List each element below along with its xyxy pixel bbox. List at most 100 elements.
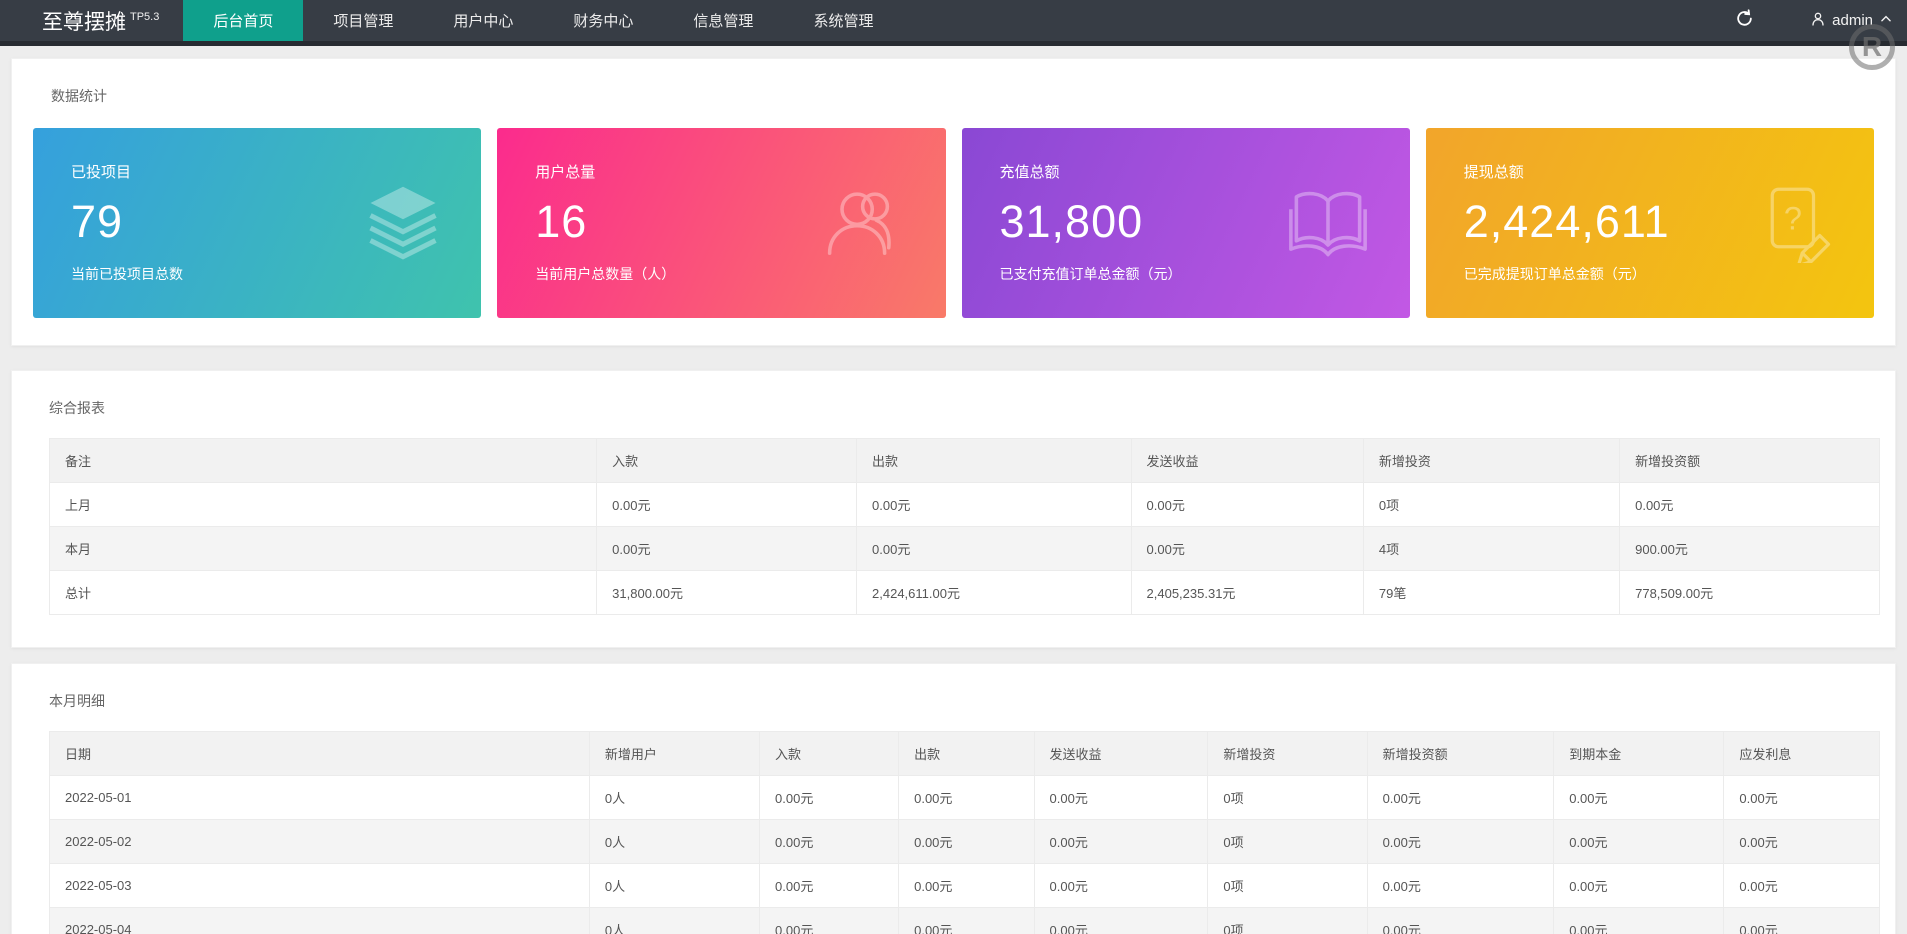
detail-table: 日期 新增用户 入款 出款 发送收益 新增投资 新增投资额 到期本金 应发利息 2022-05-0…: [49, 731, 1880, 934]
column-header: 新增投资额: [1366, 731, 1555, 776]
table-cell: 0.00元: [759, 775, 900, 820]
nav-item-5[interactable]: 信息管理: [663, 0, 783, 41]
table-row: 上月 0.00元 0.00元 0.00元 0项 0.00元: [48, 482, 1880, 527]
table-cell: 0.00元: [1553, 819, 1725, 864]
table-cell: 79笔: [1362, 570, 1621, 615]
stats-section-title: 数据统计: [51, 88, 107, 104]
table-cell: 0项: [1207, 863, 1368, 908]
nav-item-2[interactable]: 项目管理: [303, 0, 423, 41]
table-row: 2022-05-03 0人 0.00元 0.00元 0.00元 0项 0.00元 0.00元 0…: [49, 863, 1880, 908]
nav-item-6[interactable]: 系统管理: [783, 0, 903, 41]
table-cell: 0人: [588, 775, 761, 820]
table-cell: 0.00元: [759, 863, 900, 908]
table-cell: 0.00元: [898, 863, 1035, 908]
table-cell: 0项: [1207, 775, 1368, 820]
table-cell: 0.00元: [596, 526, 858, 571]
table-cell: 2,424,611.00元: [856, 570, 1132, 615]
card-label: 已投项目: [71, 164, 132, 181]
table-cell: 0.00元: [1033, 819, 1209, 864]
username-label: admin: [1832, 12, 1873, 29]
table-cell: 总计: [48, 570, 598, 615]
table-cell: 0.00元: [1033, 863, 1209, 908]
report-section-title: 综合报表: [49, 400, 105, 416]
refresh-icon: [1735, 8, 1754, 33]
stats-panel: 数据统计 已投项目 79 当前已投项目总数 用户总量 16 当前用户总数量（人） 充值总额 3…: [11, 58, 1896, 346]
table-cell: 0项: [1207, 907, 1368, 934]
table-row: 本月 0.00元 0.00元 0.00元 4项 900.00元: [48, 526, 1880, 571]
table-row: 2022-05-04 0人 0.00元 0.00元 0.00元 0项 0.00元 0.00元 0…: [49, 907, 1880, 934]
table-cell: 上月: [48, 482, 598, 527]
nav-items: 后台首页 项目管理 用户中心 财务中心 信息管理 系统管理: [183, 0, 903, 41]
table-cell: 0.00元: [759, 819, 900, 864]
header-row: 日期 新增用户 入款 出款 发送收益 新增投资 新增投资额 到期本金 应发利息: [49, 731, 1880, 776]
card-desc: 当前已投项目总数: [71, 265, 183, 282]
stat-cards: 已投项目 79 当前已投项目总数 用户总量 16 当前用户总数量（人） 充值总额 31,800…: [12, 126, 1895, 345]
users-icon: [820, 179, 908, 267]
column-header: 到期本金: [1553, 731, 1725, 776]
column-header: 新增用户: [588, 731, 761, 776]
table-cell: 2022-05-03: [49, 863, 590, 908]
user-menu[interactable]: admin: [1810, 11, 1893, 31]
column-header: 备注: [48, 438, 598, 483]
report-panel: 综合报表 备注 入款 出款 发送收益 新增投资 新增投资额 上月 0.00元 0.00元 0.00…: [11, 370, 1896, 648]
table-cell: 2,405,235.31元: [1130, 570, 1364, 615]
table-cell: 0项: [1362, 482, 1621, 527]
table-cell: 0.00元: [1723, 907, 1880, 934]
svg-text:?: ?: [1784, 200, 1802, 236]
detail-table-wrap: 日期 新增用户 入款 出款 发送收益 新增投资 新增投资额 到期本金 应发利息 2022-05-0…: [12, 731, 1895, 934]
table-cell: 0.00元: [1553, 907, 1725, 934]
table-cell: 0项: [1207, 819, 1368, 864]
table-cell: 0.00元: [1366, 775, 1555, 820]
report-table: 备注 入款 出款 发送收益 新增投资 新增投资额 上月 0.00元 0.00元 0.00元 0项 0.…: [48, 438, 1880, 615]
stat-card-2: 用户总量 16 当前用户总数量（人）: [497, 128, 946, 318]
nav-item-1[interactable]: 后台首页: [183, 0, 304, 41]
layers-icon: [363, 183, 443, 263]
column-header: 发送收益: [1033, 731, 1209, 776]
navbar-right: admin: [1723, 0, 1907, 41]
column-header: 入款: [759, 731, 900, 776]
table-cell: 0人: [588, 819, 761, 864]
column-header: 入款: [596, 438, 858, 483]
table-cell: 2022-05-01: [49, 775, 590, 820]
nav-item-4[interactable]: 财务中心: [543, 0, 663, 41]
table-cell: 900.00元: [1619, 526, 1880, 571]
table-cell: 0.00元: [898, 907, 1035, 934]
table-cell: 4项: [1362, 526, 1621, 571]
table-cell: 31,800.00元: [596, 570, 858, 615]
column-header: 新增投资: [1207, 731, 1368, 776]
table-cell: 0.00元: [1130, 482, 1364, 527]
column-header: 日期: [49, 731, 590, 776]
table-cell: 0.00元: [856, 526, 1132, 571]
stat-card-1: 已投项目 79 当前已投项目总数: [33, 128, 482, 318]
brand-title: 至尊摆摊: [42, 10, 126, 34]
refresh-button[interactable]: [1723, 8, 1766, 33]
table-cell: 0.00元: [1553, 775, 1725, 820]
doc-question-icon: ?: [1756, 183, 1836, 268]
report-table-wrap: 备注 入款 出款 发送收益 新增投资 新增投资额 上月 0.00元 0.00元 0.00元 0项 0.…: [12, 438, 1895, 647]
table-cell: 0.00元: [856, 482, 1132, 527]
table-cell: 0.00元: [1619, 482, 1880, 527]
table-cell: 0.00元: [1366, 907, 1555, 934]
chevron-up-icon: [1879, 12, 1893, 30]
user-icon: [1810, 11, 1826, 31]
card-desc: 已完成提现订单总金额（元）: [1463, 265, 1646, 282]
table-cell: 2022-05-04: [49, 907, 590, 934]
brand-logo[interactable]: 至尊摆摊 TP5.3: [0, 0, 183, 41]
table-cell: 0.00元: [898, 819, 1035, 864]
table-cell: 0.00元: [1553, 863, 1725, 908]
table-cell: 0.00元: [1033, 907, 1209, 934]
table-cell: 0.00元: [1130, 526, 1364, 571]
stat-card-4: 提现总额 2,424,611 已完成提现订单总金额（元）?: [1425, 128, 1874, 318]
table-cell: 0.00元: [1366, 819, 1555, 864]
header-row: 备注 入款 出款 发送收益 新增投资 新增投资额: [48, 438, 1880, 483]
table-row: 总计 31,800.00元 2,424,611.00元 2,405,235.31元 79…: [48, 570, 1880, 615]
column-header: 新增投资: [1362, 438, 1621, 483]
table-cell: 2022-05-02: [49, 819, 590, 864]
stat-card-3: 充值总额 31,800 已支付充值订单总金额（元）: [961, 128, 1410, 318]
nav-item-3[interactable]: 用户中心: [423, 0, 543, 41]
table-cell: 778,509.00元: [1619, 570, 1880, 615]
column-header: 出款: [856, 438, 1132, 483]
table-cell: 0.00元: [1366, 863, 1555, 908]
table-cell: 0.00元: [1033, 775, 1209, 820]
table-cell: 本月: [48, 526, 598, 571]
